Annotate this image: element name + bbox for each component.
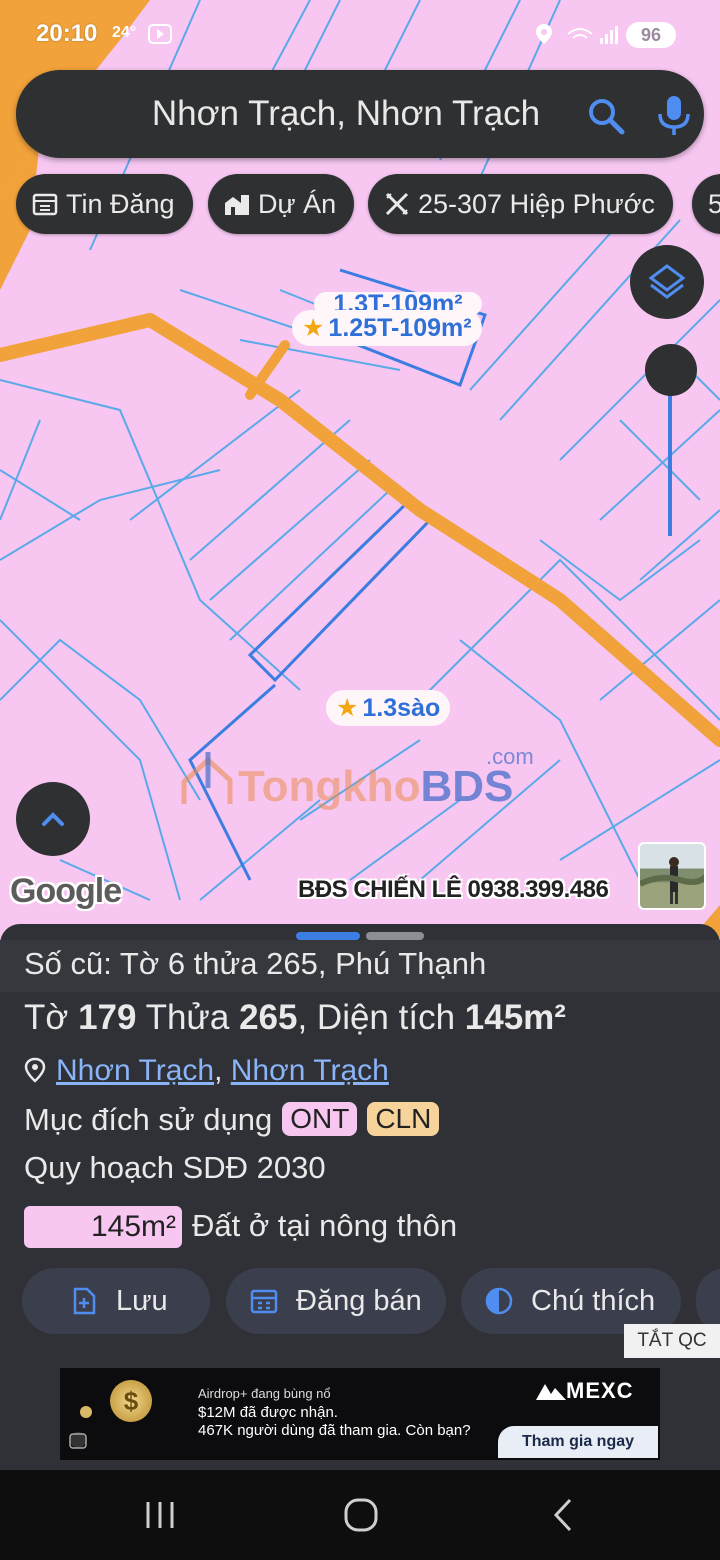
google-logo: Google	[10, 872, 122, 910]
land-use-area: 145m²	[24, 1206, 182, 1248]
layers-button[interactable]	[630, 245, 704, 319]
search-icon[interactable]	[586, 96, 626, 136]
microphone-icon[interactable]	[656, 94, 692, 136]
expand-sheet-button[interactable]	[16, 782, 90, 856]
chip-more-label: 5	[708, 189, 720, 219]
opacity-slider-track[interactable]	[668, 372, 672, 536]
watermark-domain: .com	[486, 744, 534, 769]
watermark-text: TongkhoBDS	[238, 762, 514, 811]
map-area-pin-label: 1.3sào	[362, 694, 441, 722]
chip-location[interactable]: 25-307 Hiệp Phước	[368, 174, 673, 234]
signal-icon	[567, 26, 618, 44]
parcel-area: 145m²	[464, 998, 566, 1037]
chevron-up-icon	[42, 812, 64, 826]
parcel-address: Nhơn Trạch, Nhơn Trạch	[24, 1054, 389, 1088]
search-bar[interactable]: Nhơn Trạch, Nhơn Trạch	[16, 70, 704, 158]
ad-line-3: 467K người dùng đã tham gia. Còn bạn?	[198, 1422, 471, 1439]
map-price-pin[interactable]: ★ 1.25T-109m²	[292, 310, 482, 346]
chip-listings-label: Tin Đăng	[66, 189, 175, 219]
close-ads-button[interactable]: TẮT QC	[624, 1324, 720, 1358]
chip-listings[interactable]: Tin Đăng	[16, 174, 193, 234]
temperature: 24°	[112, 24, 137, 41]
post-sale-button[interactable]: Đăng bán	[226, 1268, 446, 1334]
chip-projects[interactable]: Dự Án	[208, 174, 355, 234]
coin-decoration-icon	[69, 1406, 92, 1449]
parcel-summary: Tờ 179 Thửa 265, Diện tích 145m²	[24, 998, 566, 1037]
home-icon[interactable]	[342, 1496, 380, 1534]
person-photo-icon	[640, 857, 704, 904]
post-sale-button-label: Đăng bán	[296, 1285, 422, 1317]
ad-banner[interactable]: $ Airdrop+ đang bùng nổ $12M đã được nhậ…	[60, 1368, 660, 1460]
map-price-pin-label: 1.25T-109m²	[328, 314, 472, 342]
street-view-thumbnail[interactable]	[638, 842, 706, 910]
star-icon: ★	[302, 314, 325, 342]
calendar-icon	[250, 1289, 278, 1314]
youtube-icon	[148, 24, 172, 44]
land-use-type: Đất ở tại nông thôn	[192, 1208, 458, 1243]
recent-apps-icon[interactable]	[142, 1496, 178, 1534]
half-circle-icon	[485, 1287, 513, 1315]
chip-location-label: 25-307 Hiệp Phước	[418, 189, 655, 219]
ad-line-2: $12M đã được nhận.	[198, 1404, 338, 1421]
map-credit: BĐS CHIẾN LÊ 0938.399.486	[298, 876, 609, 903]
save-button[interactable]: Lưu	[22, 1268, 210, 1334]
location-icon	[536, 24, 552, 44]
district-link[interactable]: Nhơn Trạch	[56, 1054, 214, 1087]
layers-icon	[648, 264, 686, 299]
ad-line-1: Airdrop+ đang bùng nổ	[198, 1386, 331, 1401]
planning-label: Quy hoạch SDĐ 2030	[24, 1150, 326, 1185]
calendar-icon	[32, 193, 58, 216]
watermark: TongkhoBDS .com	[180, 744, 534, 812]
search-query[interactable]: Nhơn Trạch, Nhơn Trạch	[16, 70, 636, 158]
land-purpose: Mục đích sử dụng ONT CLN	[24, 1102, 440, 1138]
tag-cln[interactable]: CLN	[367, 1102, 440, 1136]
house-logo-icon	[181, 752, 233, 804]
ad-cta-button[interactable]: Tham gia ngay	[498, 1426, 658, 1458]
star-icon: ★	[336, 694, 359, 722]
sheet-handle-active[interactable]	[296, 932, 360, 940]
save-button-label: Lưu	[116, 1285, 168, 1317]
sheet-handle[interactable]	[366, 932, 424, 940]
ad-brand: MEXC	[536, 1378, 634, 1404]
clock: 20:10	[36, 20, 98, 47]
system-nav-bar	[0, 1470, 720, 1560]
sheet-number: 179	[78, 998, 137, 1037]
building-icon	[225, 195, 249, 215]
add-file-icon	[73, 1287, 96, 1315]
chip-projects-label: Dự Án	[258, 189, 337, 219]
status-bar: 20:10 24° 96	[0, 0, 720, 68]
old-parcel-info: Số cũ: Tờ 6 thửa 265, Phú Thạnh	[24, 946, 487, 981]
tag-ont[interactable]: ONT	[282, 1102, 358, 1136]
map-area-pin[interactable]: ★ 1.3sào	[326, 690, 451, 726]
location-pin-icon	[24, 1057, 46, 1083]
battery-level: 96	[626, 22, 676, 48]
province-link[interactable]: Nhơn Trạch	[231, 1054, 389, 1087]
back-icon[interactable]	[548, 1496, 578, 1534]
opacity-slider-handle[interactable]	[645, 344, 697, 396]
parcel-number: 265	[239, 998, 298, 1037]
ruler-icon	[385, 192, 409, 216]
mexc-logo-icon	[536, 1384, 566, 1400]
dollar-coin-icon: $	[110, 1380, 152, 1422]
